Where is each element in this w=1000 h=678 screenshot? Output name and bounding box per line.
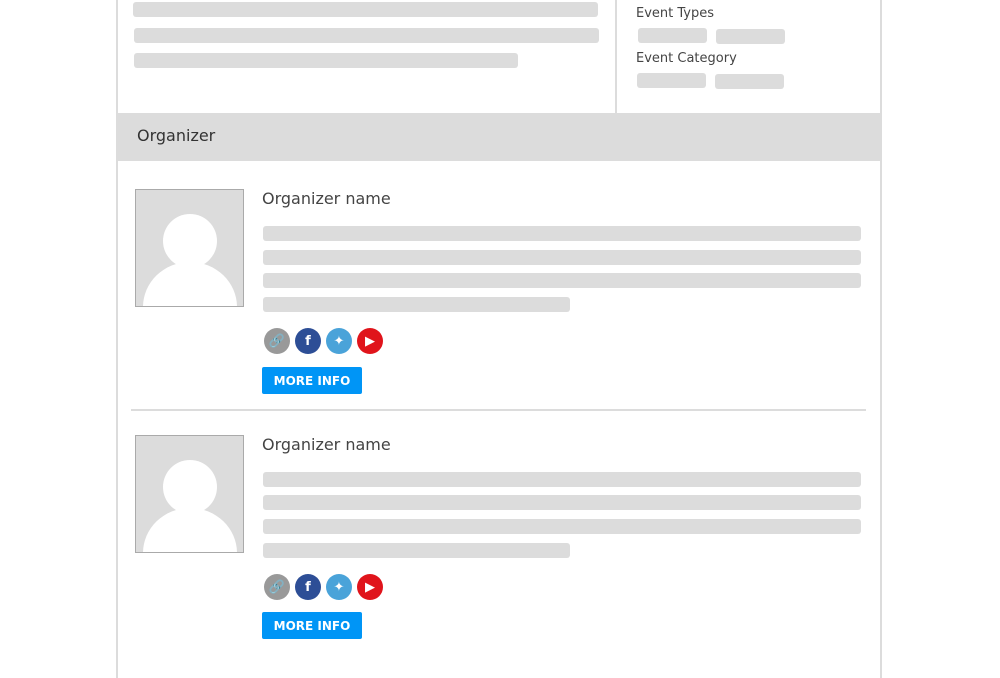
- twitter-icon[interactable]: ✦: [326, 574, 352, 600]
- organizer-name: Organizer name: [262, 189, 391, 208]
- skeleton-line: [134, 53, 518, 68]
- event-type-tag: [638, 28, 707, 43]
- event-category-tag: [637, 73, 706, 88]
- social-links: 🔗 f ✦ ▶: [264, 574, 383, 600]
- organizer-name: Organizer name: [262, 435, 391, 454]
- skeleton-line: [263, 226, 861, 241]
- skeleton-line: [263, 472, 861, 487]
- skeleton-line: [133, 2, 598, 17]
- avatar: [135, 435, 244, 553]
- facebook-icon[interactable]: f: [295, 574, 321, 600]
- event-types-label: Event Types: [636, 6, 715, 21]
- link-icon[interactable]: 🔗: [264, 328, 290, 354]
- more-info-button[interactable]: MORE INFO: [262, 612, 362, 639]
- youtube-icon[interactable]: ▶: [357, 574, 383, 600]
- youtube-icon[interactable]: ▶: [357, 328, 383, 354]
- skeleton-line: [263, 519, 861, 534]
- skeleton-line: [134, 28, 599, 43]
- avatar-head: [163, 214, 217, 268]
- social-links: 🔗 f ✦ ▶: [264, 328, 383, 354]
- avatar: [135, 189, 244, 307]
- avatar-head: [163, 460, 217, 514]
- skeleton-line: [263, 250, 861, 265]
- event-meta: Event Types Event Category: [617, 0, 880, 113]
- link-icon[interactable]: 🔗: [264, 574, 290, 600]
- facebook-icon[interactable]: f: [295, 328, 321, 354]
- skeleton-line: [263, 273, 861, 288]
- event-category-tag: [715, 74, 784, 89]
- avatar-body: [143, 508, 237, 552]
- twitter-icon[interactable]: ✦: [326, 328, 352, 354]
- skeleton-line: [263, 297, 570, 312]
- skeleton-line: [263, 495, 861, 510]
- event-type-tag: [716, 29, 785, 44]
- avatar-body: [143, 262, 237, 306]
- event-detail-panel: Event Types Event Category Organizer Org…: [116, 0, 882, 678]
- section-title: Organizer: [137, 126, 216, 145]
- event-category-label: Event Category: [636, 51, 737, 66]
- organizer-section-header: Organizer: [118, 113, 880, 161]
- description-skeleton: [118, 0, 617, 113]
- more-info-button[interactable]: MORE INFO: [262, 367, 362, 394]
- skeleton-line: [263, 543, 570, 558]
- divider: [131, 409, 866, 411]
